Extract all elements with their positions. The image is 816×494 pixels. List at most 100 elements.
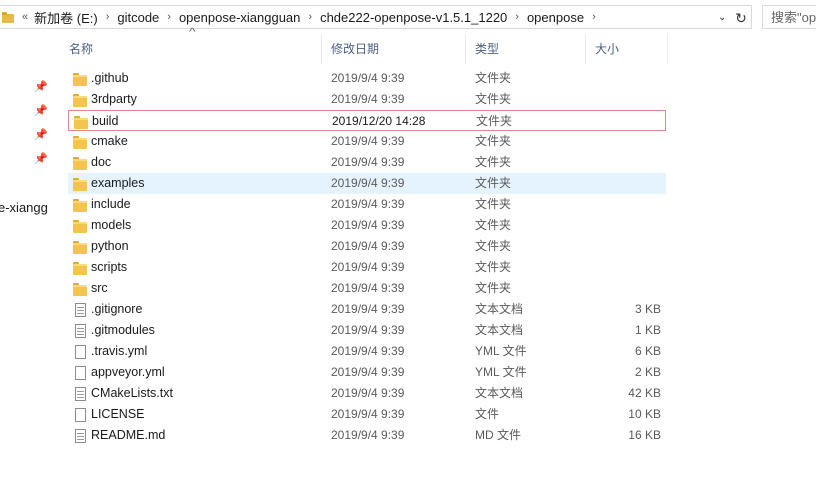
- file-icon: [72, 407, 88, 423]
- search-input[interactable]: [771, 9, 816, 25]
- file-type: 文件夹: [475, 281, 512, 295]
- breadcrumb-chde222[interactable]: chde222-openpose-v1.5.1_1220: [320, 10, 507, 25]
- file-size: 1 KB: [634, 323, 661, 337]
- file-type: 文件夹: [475, 71, 512, 85]
- pin-icon[interactable]: 📌: [34, 104, 48, 117]
- breadcrumb-gitcode[interactable]: gitcode: [117, 10, 159, 25]
- chevron-right-icon[interactable]: ›: [167, 11, 171, 23]
- address-bar-row: « 新加卷 (E:) › gitcode › openpose-xianggua…: [0, 0, 816, 34]
- file-date: 2019/9/4 9:39: [331, 176, 405, 190]
- folder-icon: [72, 176, 88, 192]
- file-icon: [72, 344, 88, 360]
- file-row[interactable]: .travis.yml 2019/9/4 9:39 YML 文件 6 KB: [68, 341, 666, 362]
- folder-icon: [72, 155, 88, 171]
- file-row[interactable]: .gitmodules 2019/9/4 9:39 文本文档 1 KB: [68, 320, 666, 341]
- file-size: [578, 152, 661, 173]
- file-row[interactable]: 3rdparty 2019/9/4 9:39 文件夹: [68, 89, 666, 110]
- text-file-icon: [72, 428, 88, 444]
- pin-icon[interactable]: 📌: [34, 152, 48, 165]
- folder-icon: [72, 281, 88, 297]
- chevron-right-icon[interactable]: ›: [308, 11, 312, 23]
- refresh-icon[interactable]: ↻: [733, 10, 749, 26]
- file-size: 16 KB: [628, 428, 661, 442]
- file-type: MD 文件: [475, 428, 521, 442]
- breadcrumb-overflow-icon[interactable]: «: [22, 11, 28, 23]
- folder-icon: [72, 71, 88, 87]
- file-name: 3rdparty: [91, 92, 137, 106]
- file-name: CMakeLists.txt: [91, 386, 173, 400]
- file-name: scripts: [91, 260, 128, 274]
- file-date: 2019/9/4 9:39: [331, 134, 405, 148]
- file-row[interactable]: cmake 2019/9/4 9:39 文件夹: [68, 131, 666, 152]
- file-row[interactable]: include 2019/9/4 9:39 文件夹: [68, 194, 666, 215]
- folder-icon: [73, 114, 89, 130]
- file-date: 2019/9/4 9:39: [331, 365, 405, 379]
- breadcrumb-openpose-xiangguan[interactable]: openpose-xiangguan: [179, 10, 300, 25]
- address-bar[interactable]: « 新加卷 (E:) › gitcode › openpose-xianggua…: [0, 5, 752, 29]
- address-dropdown-icon[interactable]: ⌄: [718, 12, 726, 23]
- chevron-right-icon[interactable]: ›: [106, 11, 110, 23]
- file-size: [578, 68, 661, 89]
- search-box[interactable]: [762, 5, 816, 29]
- column-header-name[interactable]: 名称: [60, 34, 322, 64]
- file-row[interactable]: examples 2019/9/4 9:39 文件夹: [68, 173, 666, 194]
- file-date: 2019/9/4 9:39: [331, 92, 405, 106]
- breadcrumb-openpose[interactable]: openpose: [527, 10, 584, 25]
- column-header-date[interactable]: 修改日期: [322, 34, 466, 64]
- file-icon: [72, 365, 88, 381]
- file-date: 2019/12/20 14:28: [332, 114, 426, 128]
- file-row[interactable]: .github 2019/9/4 9:39 文件夹: [68, 68, 666, 89]
- file-row[interactable]: models 2019/9/4 9:39 文件夹: [68, 215, 666, 236]
- pin-icon[interactable]: 📌: [34, 128, 48, 141]
- breadcrumb-drive[interactable]: 新加卷 (E:): [34, 8, 98, 27]
- file-size: [579, 111, 662, 132]
- nav-item-openpose-xiangguan[interactable]: e-xiangg: [0, 200, 48, 215]
- file-type: 文本文档: [475, 386, 524, 400]
- file-row[interactable]: doc 2019/9/4 9:39 文件夹: [68, 152, 666, 173]
- file-row[interactable]: src 2019/9/4 9:39 文件夹: [68, 278, 666, 299]
- file-row[interactable]: python 2019/9/4 9:39 文件夹: [68, 236, 666, 257]
- file-size: 3 KB: [634, 302, 661, 316]
- file-name: .github: [91, 71, 129, 85]
- file-size: 6 KB: [634, 344, 661, 358]
- file-type: 文件夹: [476, 114, 513, 128]
- file-type: 文件夹: [475, 92, 512, 106]
- chevron-right-icon[interactable]: ›: [515, 11, 519, 23]
- file-date: 2019/9/4 9:39: [331, 281, 405, 295]
- file-name: .gitignore: [91, 302, 143, 316]
- file-size: [578, 215, 661, 236]
- pin-icon[interactable]: 📌: [34, 80, 48, 93]
- file-row[interactable]: build 2019/12/20 14:28 文件夹: [68, 110, 666, 131]
- file-date: 2019/9/4 9:39: [331, 428, 405, 442]
- file-name: examples: [91, 176, 145, 190]
- chevron-right-icon[interactable]: ›: [592, 11, 596, 23]
- file-date: 2019/9/4 9:39: [331, 197, 405, 211]
- file-date: 2019/9/4 9:39: [331, 323, 405, 337]
- folder-icon: [72, 260, 88, 276]
- column-header-size[interactable]: 大小: [586, 34, 668, 64]
- text-file-icon: [72, 323, 88, 339]
- file-row[interactable]: LICENSE 2019/9/4 9:39 文件 10 KB: [68, 404, 666, 425]
- file-date: 2019/9/4 9:39: [331, 260, 405, 274]
- column-header-type[interactable]: 类型: [466, 34, 586, 64]
- file-name: include: [91, 197, 131, 211]
- file-row[interactable]: CMakeLists.txt 2019/9/4 9:39 文本文档 42 KB: [68, 383, 666, 404]
- file-size: [578, 173, 661, 194]
- file-size: [578, 236, 661, 257]
- file-date: 2019/9/4 9:39: [331, 386, 405, 400]
- file-type: 文件夹: [475, 197, 512, 211]
- file-type: 文件夹: [475, 239, 512, 253]
- file-name: doc: [91, 155, 112, 169]
- folder-icon: [72, 239, 88, 255]
- text-file-icon: [72, 386, 88, 402]
- file-size: [578, 131, 661, 152]
- folder-icon: [72, 134, 88, 150]
- file-row[interactable]: appveyor.yml 2019/9/4 9:39 YML 文件 2 KB: [68, 362, 666, 383]
- file-row[interactable]: scripts 2019/9/4 9:39 文件夹: [68, 257, 666, 278]
- file-size: [578, 278, 661, 299]
- file-row[interactable]: README.md 2019/9/4 9:39 MD 文件 16 KB: [68, 425, 666, 446]
- file-date: 2019/9/4 9:39: [331, 218, 405, 232]
- file-row[interactable]: .gitignore 2019/9/4 9:39 文本文档 3 KB: [68, 299, 666, 320]
- file-name: .travis.yml: [91, 344, 148, 358]
- file-type: 文本文档: [475, 323, 524, 337]
